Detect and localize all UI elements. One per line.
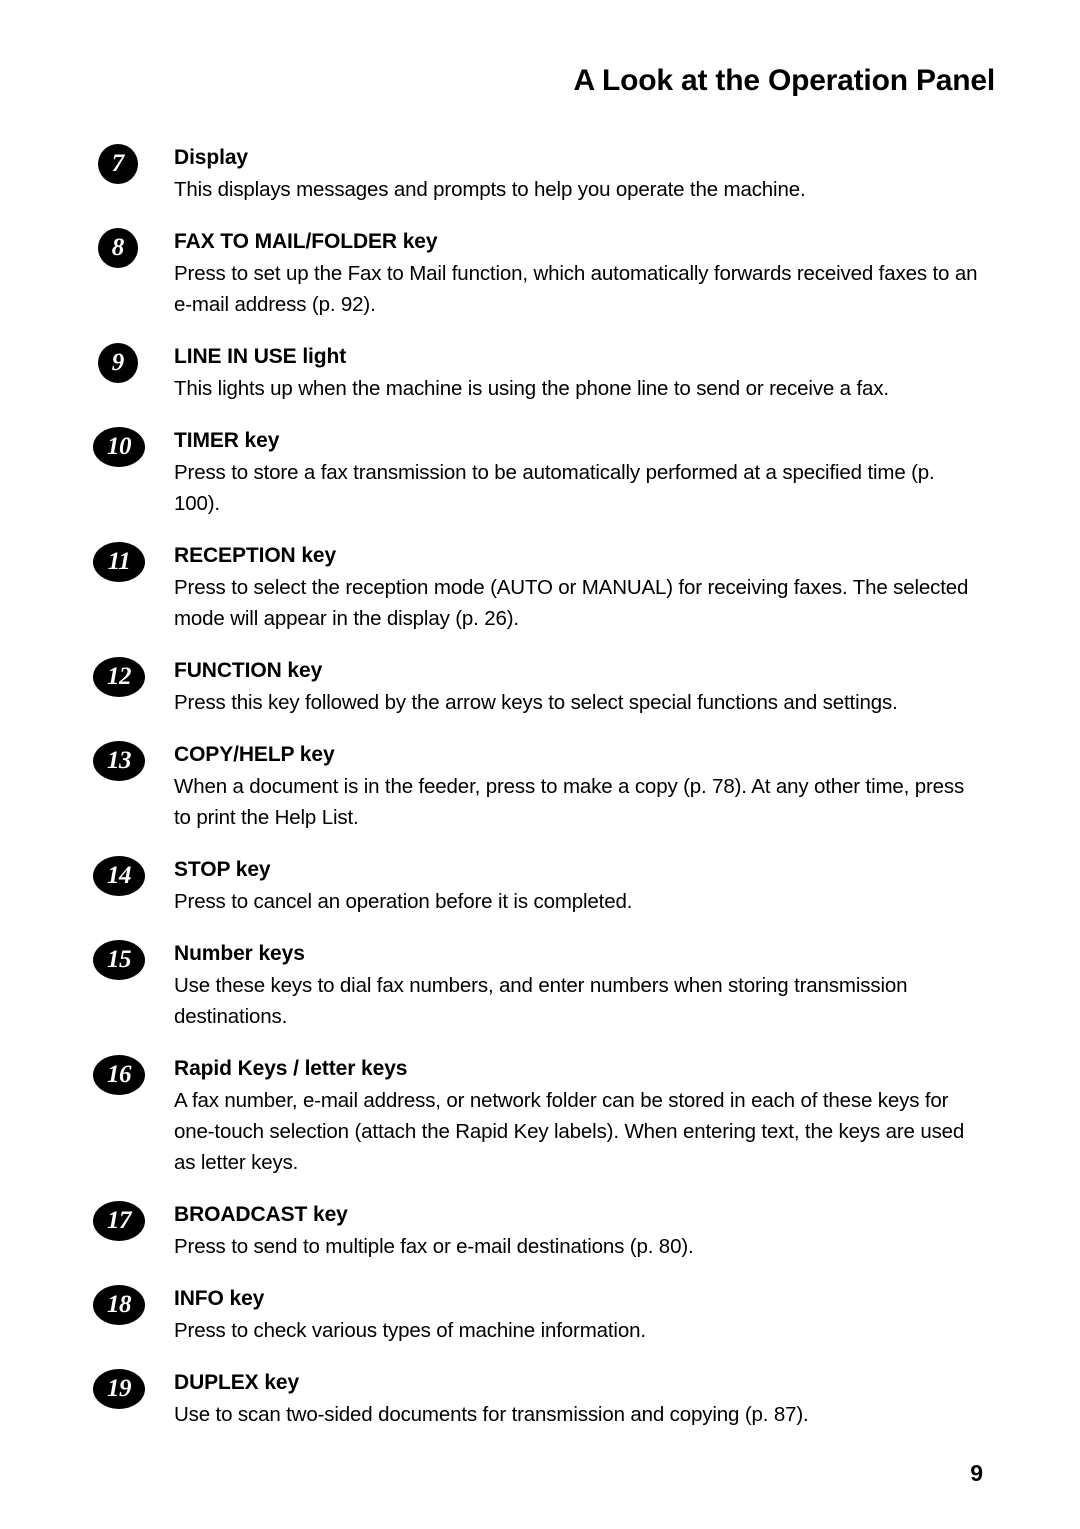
- item-title: STOP key: [174, 858, 271, 881]
- item-description: Press to set up the Fax to Mail function…: [174, 262, 978, 316]
- item-description: Press to send to multiple fax or e-mail …: [174, 1235, 694, 1258]
- document-page: A Look at the Operation Panel 7 Display Th…: [0, 0, 1080, 1529]
- item-number-badge: 18: [93, 1285, 145, 1325]
- item-number-badge: 16: [93, 1055, 145, 1095]
- panel-item: 10 TIMER key Press to store a fax transmis…: [93, 426, 978, 519]
- item-number-badge: 19: [93, 1369, 145, 1409]
- item-description: Press this key followed by the arrow key…: [174, 691, 898, 714]
- item-description: When a document is in the feeder, press …: [174, 775, 965, 829]
- item-description: A fax number, e-mail address, or network…: [174, 1089, 965, 1174]
- item-description: Use these keys to dial fax numbers, and …: [174, 974, 908, 1028]
- panel-item: 19 DUPLEX key Use to scan two-sided docume…: [93, 1368, 978, 1430]
- item-number-badge: 11: [93, 542, 145, 582]
- item-number-badge: 9: [98, 343, 138, 383]
- item-number-badge: 14: [93, 856, 145, 896]
- item-title: FAX TO MAIL/FOLDER key: [174, 230, 438, 253]
- item-number-badge: 17: [93, 1201, 145, 1241]
- item-title: TIMER key: [174, 429, 280, 452]
- item-description: This lights up when the machine is using…: [174, 377, 889, 400]
- item-description: Use to scan two-sided documents for tran…: [174, 1403, 809, 1426]
- item-title: Display: [174, 146, 248, 169]
- page-number: 9: [970, 1460, 983, 1486]
- item-title: INFO key: [174, 1287, 265, 1310]
- item-description: Press to cancel an operation before it i…: [174, 890, 633, 913]
- item-number-badge: 13: [93, 741, 145, 781]
- page-title: A Look at the Operation Panel: [573, 64, 996, 98]
- item-description: Press to store a fax transmission to be …: [174, 461, 935, 515]
- item-title: Rapid Keys / letter keys: [174, 1057, 408, 1080]
- panel-item: 13 COPY/HELP key When a document is in the…: [93, 740, 978, 833]
- item-description: This displays messages and prompts to he…: [174, 178, 806, 201]
- item-title: RECEPTION key: [174, 544, 337, 567]
- item-title: FUNCTION key: [174, 659, 323, 682]
- panel-item: 11 RECEPTION key Press to select the recep…: [93, 541, 978, 634]
- panel-item: 14 STOP key Press to cancel an operation b…: [93, 855, 978, 917]
- panel-item: 9 LINE IN USE light This lights up when th…: [98, 342, 978, 404]
- item-title: LINE IN USE light: [174, 345, 347, 368]
- item-number-badge: 15: [93, 940, 145, 980]
- item-title: BROADCAST key: [174, 1203, 348, 1226]
- item-number-badge: 7: [98, 144, 138, 184]
- panel-item: 7 Display This displays messages and promp…: [98, 143, 978, 205]
- panel-item: 18 INFO key Press to check various types o…: [93, 1284, 978, 1346]
- panel-item: 15 Number keys Use these keys to dial fax …: [93, 939, 978, 1032]
- operation-panel-item-list: 7 Display This displays messages and promp…: [93, 143, 978, 1430]
- item-description: Press to select the reception mode (AUTO…: [174, 576, 969, 630]
- item-number-badge: 10: [93, 427, 145, 467]
- item-title: COPY/HELP key: [174, 743, 335, 766]
- panel-item: 16 Rapid Keys / letter keys A fax number, …: [93, 1054, 978, 1178]
- item-title: Number keys: [174, 942, 305, 965]
- item-description: Press to check various types of machine …: [174, 1319, 646, 1342]
- item-number-badge: 12: [93, 657, 145, 697]
- item-title: DUPLEX key: [174, 1371, 300, 1394]
- panel-item: 8 FAX TO MAIL/FOLDER key Press to set up t…: [98, 227, 978, 320]
- panel-item: 17 BROADCAST key Press to send to multiple…: [93, 1200, 978, 1262]
- panel-item: 12 FUNCTION key Press this key followed by…: [93, 656, 978, 718]
- item-number-badge: 8: [98, 228, 138, 268]
